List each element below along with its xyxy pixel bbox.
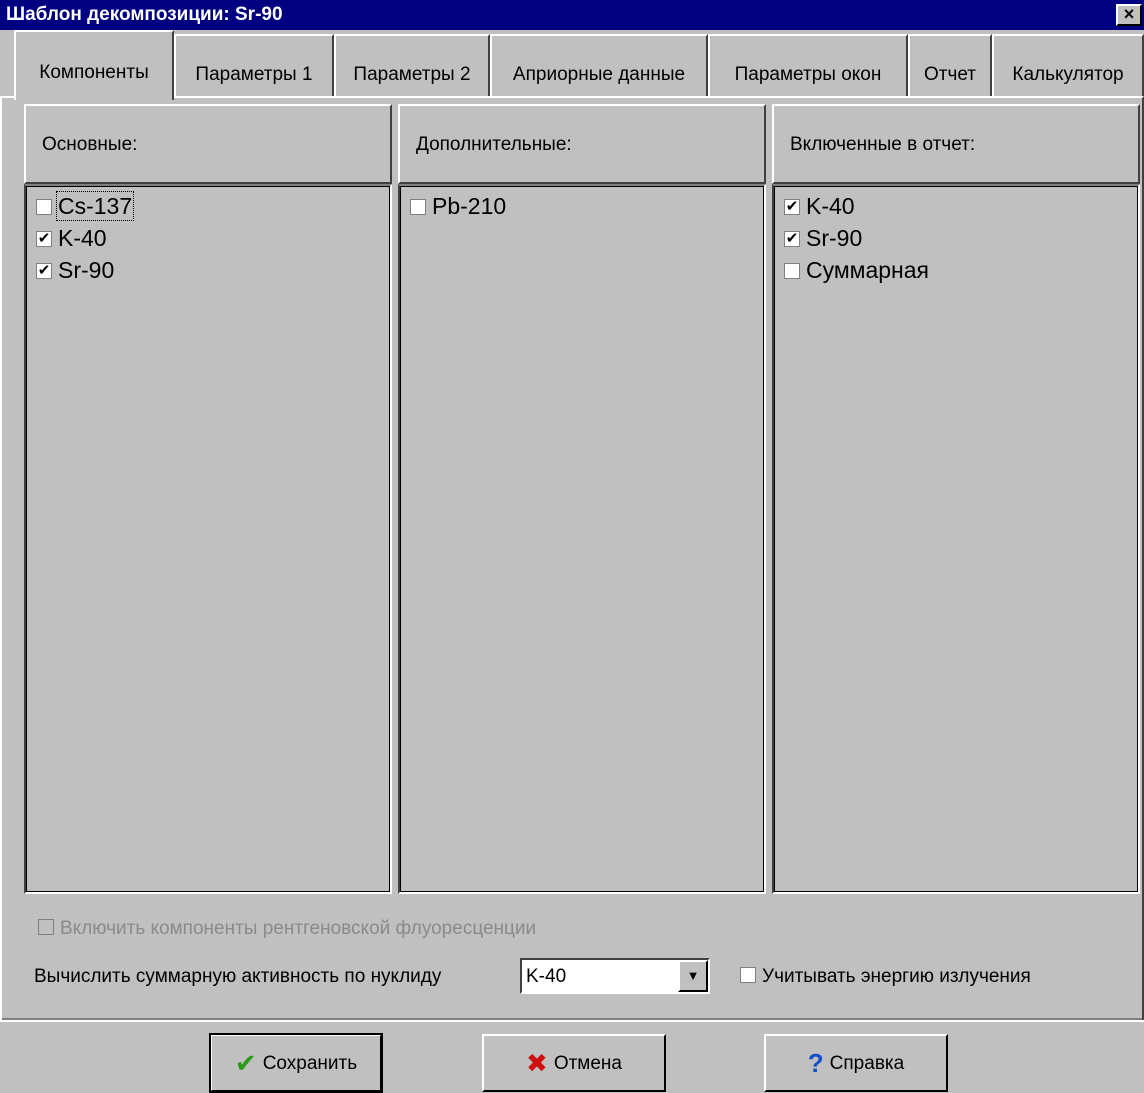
tab-parameters-1[interactable]: Параметры 1 <box>174 34 334 96</box>
save-button[interactable]: ✔ Сохранить <box>209 1033 383 1093</box>
tab-components[interactable]: Компоненты <box>14 30 174 100</box>
tab-window-parameters[interactable]: Параметры окон <box>708 34 908 96</box>
help-button[interactable]: ? Справка <box>764 1034 948 1092</box>
tab-report[interactable]: Отчет <box>908 34 992 96</box>
x-icon: ✖ <box>526 1048 548 1078</box>
tab-apriori-data[interactable]: Априорные данные <box>490 34 708 96</box>
close-button[interactable]: × <box>1116 4 1142 26</box>
close-icon: × <box>1123 4 1135 24</box>
tab-parameters-2[interactable]: Параметры 2 <box>334 34 490 96</box>
cancel-button[interactable]: ✖ Отмена <box>482 1034 666 1092</box>
checkmark-icon: ✔ <box>234 1048 257 1078</box>
question-icon: ? <box>807 1048 824 1078</box>
title-bar: Шаблон декомпозиции: Sr-90 × <box>0 0 1144 30</box>
window-title: Шаблон декомпозиции: Sr-90 <box>6 4 283 25</box>
tab-panel <box>0 96 1144 1020</box>
tab-calculator[interactable]: Калькулятор <box>992 34 1144 96</box>
